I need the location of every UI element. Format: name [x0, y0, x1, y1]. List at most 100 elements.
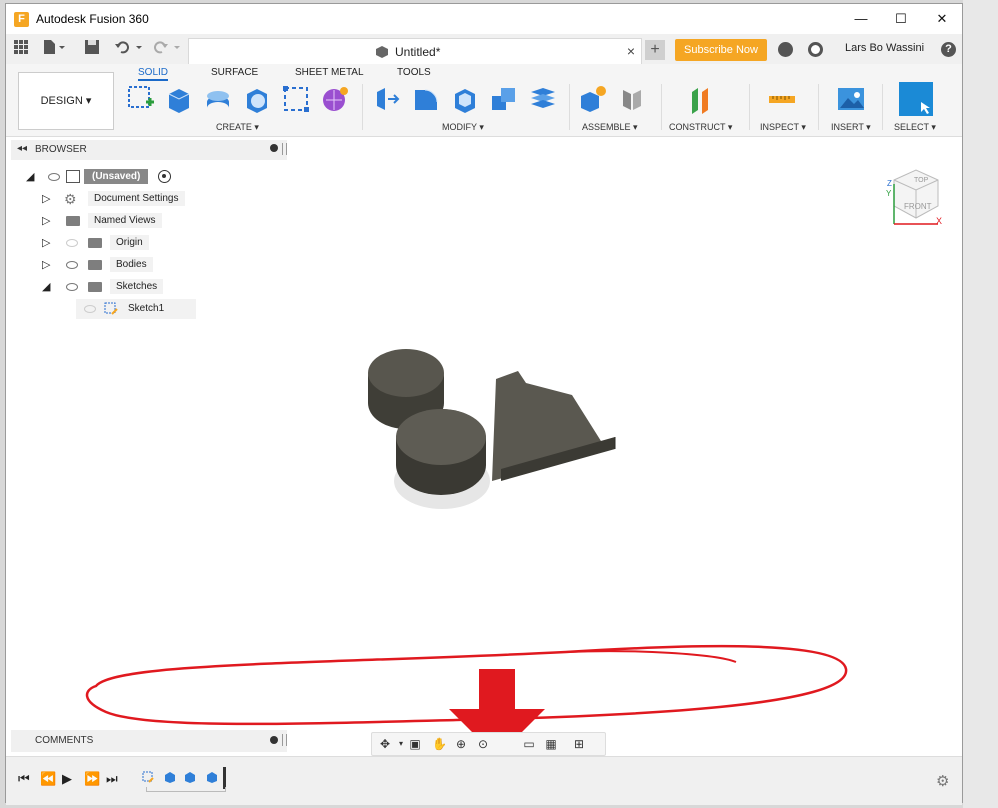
extrude-icon[interactable] [164, 84, 194, 114]
tab-untitled[interactable]: Untitled* × [188, 38, 642, 65]
tab-tools[interactable]: TOOLS [397, 67, 431, 78]
go-to-end-icon[interactable]: ⏭ [106, 771, 118, 787]
viewcube[interactable]: TOP FRONT Z Y X [884, 166, 942, 226]
rectangular-pattern-icon[interactable] [281, 84, 311, 114]
collapse-triangle-icon[interactable]: ◢ [42, 280, 50, 293]
fit-icon[interactable]: ⊙ [476, 737, 490, 751]
browser-item-label: Origin [110, 235, 149, 250]
browser-item-named-views[interactable]: ▷ Named Views [42, 211, 222, 231]
expand-triangle-icon[interactable]: ▷ [42, 192, 50, 205]
toolbar-separator [749, 84, 750, 130]
new-component-icon[interactable] [578, 84, 608, 114]
play-icon[interactable]: ▶ [62, 771, 72, 787]
folder-icon [88, 260, 102, 270]
tab-sheet-metal[interactable]: SHEET METAL [295, 67, 364, 78]
browser-header[interactable]: ◂◂ BROWSER [11, 140, 287, 160]
hidden-eye-icon[interactable] [66, 239, 78, 247]
hidden-eye-icon[interactable] [84, 305, 96, 313]
display-settings-icon[interactable]: ▭ [522, 737, 536, 751]
browser-root[interactable]: ◢ (Unsaved) [26, 167, 206, 187]
go-to-start-icon[interactable]: ⏮ [18, 771, 30, 787]
look-at-icon[interactable]: ▣ [408, 737, 422, 751]
pan-icon[interactable]: ✋ [432, 737, 447, 751]
workspace-switcher[interactable]: DESIGN ▾ [18, 72, 114, 130]
step-back-icon[interactable]: ⏪ [40, 771, 56, 787]
add-comment-icon[interactable] [270, 736, 278, 744]
browser-item-sketch1[interactable]: Sketch1 [76, 299, 196, 319]
collapse-browser-icon[interactable]: ◂◂ [17, 143, 27, 154]
subscribe-button[interactable]: Subscribe Now [675, 39, 767, 61]
scale-icon[interactable] [528, 84, 558, 114]
grid-settings-icon[interactable]: ▦ [544, 737, 558, 751]
redo-icon[interactable] [154, 40, 184, 54]
insert-image-icon[interactable] [836, 84, 866, 114]
timeline-settings-gear-icon[interactable]: ⚙ [936, 772, 949, 790]
undo-icon[interactable] [114, 40, 144, 54]
fillet-icon[interactable] [411, 84, 441, 114]
timeline-marker[interactable] [223, 767, 226, 789]
fusion-app-icon: F [14, 12, 29, 27]
new-tab-button[interactable]: + [645, 40, 665, 60]
select-menu[interactable]: SELECT ▾ [894, 122, 936, 133]
browser-item-origin[interactable]: ▷ Origin [42, 233, 222, 253]
pin-icon[interactable] [270, 144, 278, 152]
create-menu[interactable]: CREATE ▾ [216, 122, 259, 133]
visibility-eye-icon[interactable] [66, 261, 78, 269]
browser-item-bodies[interactable]: ▷ Bodies [42, 255, 222, 275]
timeline-sketch-icon[interactable] [142, 771, 154, 783]
timeline-group-bracket [146, 787, 226, 792]
timeline-extrude-icon[interactable] [164, 771, 176, 783]
grid-menu-icon[interactable] [14, 40, 28, 54]
construct-menu[interactable]: CONSTRUCT ▾ [669, 122, 732, 133]
timeline-extrude-icon[interactable] [184, 771, 196, 783]
navigation-bar: ✥ ▾ ▣ ✋ ⊕ ⊙ ▭ ▦ ⊞ [371, 732, 606, 756]
create-sketch-icon[interactable] [126, 84, 156, 114]
zoom-icon[interactable]: ⊕ [454, 737, 468, 751]
press-pull-icon[interactable] [372, 84, 402, 114]
expand-triangle-icon[interactable]: ▷ [42, 258, 50, 271]
orbit-icon[interactable]: ✥ [378, 737, 392, 751]
joint-icon[interactable] [617, 84, 647, 114]
save-icon[interactable] [85, 40, 99, 54]
close-tab-button[interactable]: × [627, 43, 635, 59]
timeline-extrude-icon[interactable] [206, 771, 218, 783]
step-forward-icon[interactable]: ⏩ [84, 771, 100, 787]
tab-surface[interactable]: SURFACE [211, 67, 258, 78]
dropdown-caret-icon[interactable]: ▾ [394, 737, 408, 751]
inspect-menu[interactable]: INSPECT ▾ [760, 122, 806, 133]
shell-icon[interactable] [450, 84, 480, 114]
expand-triangle-icon[interactable]: ◢ [26, 170, 34, 183]
activate-radio-icon[interactable] [158, 170, 171, 183]
expand-triangle-icon[interactable]: ▷ [42, 236, 50, 249]
user-name[interactable]: Lars Bo Wassini [845, 42, 924, 54]
comments-panel[interactable]: COMMENTS [11, 730, 287, 752]
modify-menu[interactable]: MODIFY ▾ [442, 122, 484, 133]
visibility-eye-icon[interactable] [66, 283, 78, 291]
browser-item-sketches[interactable]: ◢ Sketches [42, 277, 222, 297]
file-menu-icon[interactable] [43, 40, 65, 54]
close-window-button[interactable]: ✕ [922, 8, 962, 30]
minimize-button[interactable]: — [841, 8, 881, 30]
help-icon[interactable]: ? [941, 42, 956, 57]
notifications-icon[interactable] [808, 42, 823, 57]
browser-item-document-settings[interactable]: ▷ ⚙ Document Settings [42, 189, 222, 209]
select-icon[interactable] [899, 82, 933, 116]
combine-icon[interactable] [489, 84, 519, 114]
form-icon[interactable] [320, 84, 350, 114]
sweep-icon[interactable] [242, 84, 272, 114]
resize-handle[interactable] [282, 143, 287, 155]
visibility-eye-icon[interactable] [48, 173, 60, 181]
maximize-button[interactable]: ☐ [881, 8, 921, 30]
assemble-menu[interactable]: ASSEMBLE ▾ [582, 122, 638, 133]
resize-handle[interactable] [282, 734, 287, 746]
offset-plane-icon[interactable] [686, 84, 716, 114]
3d-model-body[interactable] [356, 339, 636, 519]
expand-triangle-icon[interactable]: ▷ [42, 214, 50, 227]
folder-icon [88, 238, 102, 248]
job-status-icon[interactable] [778, 42, 793, 57]
viewports-icon[interactable]: ⊞ [572, 737, 586, 751]
revolve-icon[interactable] [203, 84, 233, 114]
measure-icon[interactable] [767, 84, 797, 114]
insert-menu[interactable]: INSERT ▾ [831, 122, 871, 133]
tab-solid[interactable]: SOLID [138, 67, 169, 81]
